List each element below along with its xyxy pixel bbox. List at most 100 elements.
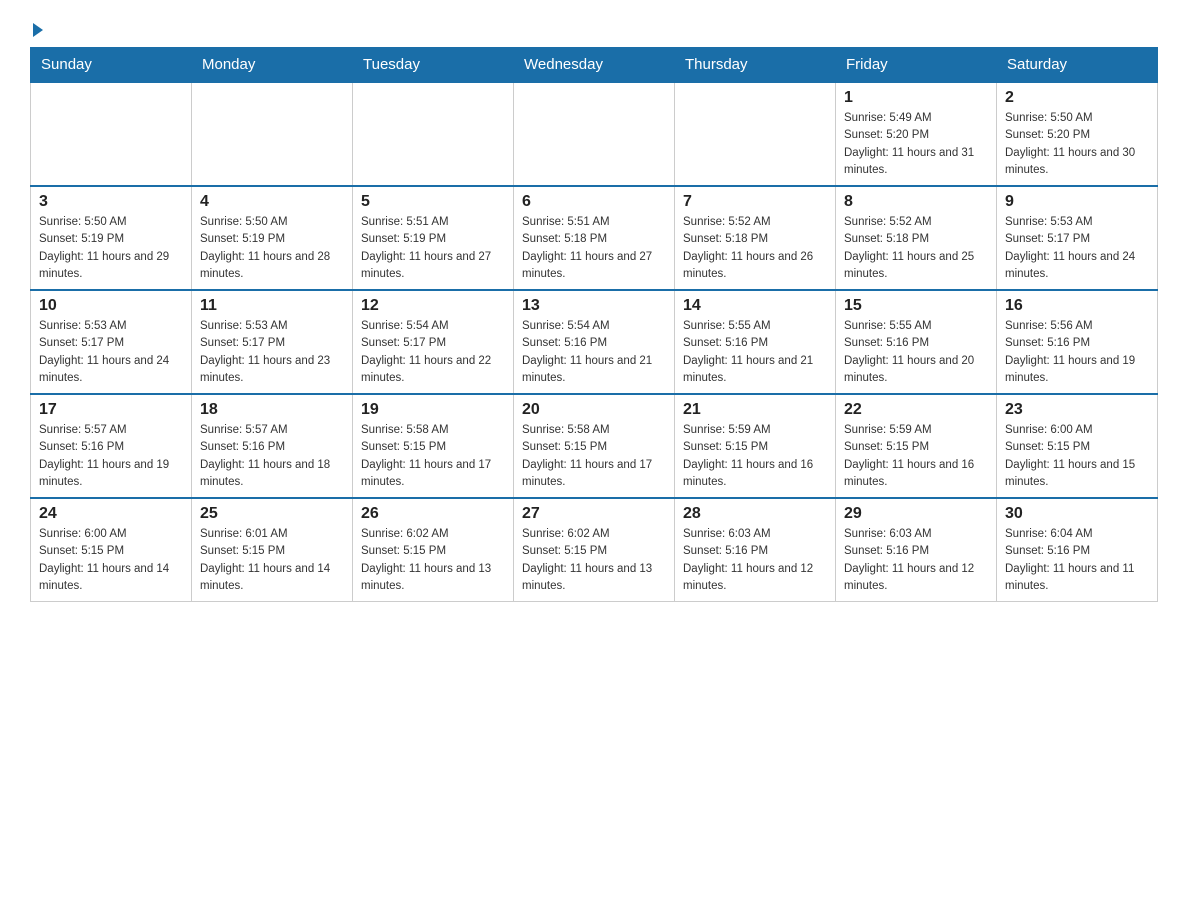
day-number: 3 xyxy=(39,193,183,211)
calendar-cell: 8Sunrise: 5:52 AMSunset: 5:18 PMDaylight… xyxy=(836,186,997,290)
day-number: 28 xyxy=(683,505,827,523)
weekday-header-sunday: Sunday xyxy=(31,48,192,83)
calendar-cell: 14 Sunrise: 5:55 AMSunset: 5:16 PMDayligh… xyxy=(675,290,836,394)
day-info: Sunrise: 5:53 AMSunset: 5:17 PMDaylight:… xyxy=(1005,214,1149,283)
day-number: 25 xyxy=(200,505,344,523)
calendar-cell xyxy=(675,82,836,186)
calendar-cell: 12 Sunrise: 5:54 AMSunset: 5:17 PMDayligh… xyxy=(353,290,514,394)
day-info: Sunrise: 5:53 AMSunset: 5:17 PMDaylight:… xyxy=(200,318,344,387)
day-number: 22 xyxy=(844,401,988,419)
calendar-cell: 1 Sunrise: 5:49 AMSunset: 5:20 PMDaylight… xyxy=(836,82,997,186)
day-number: 9 xyxy=(1005,193,1149,211)
page-header xyxy=(30,20,1158,37)
day-info: Sunrise: 5:59 AMSunset: 5:15 PMDaylight:… xyxy=(844,422,988,491)
day-info: Sunrise: 5:51 AMSunset: 5:18 PMDaylight:… xyxy=(522,214,666,283)
day-number: 1 xyxy=(844,89,988,107)
day-info: Sunrise: 5:54 AMSunset: 5:17 PMDaylight:… xyxy=(361,318,505,387)
logo-blue-text xyxy=(30,25,43,37)
day-info: Sunrise: 5:54 AMSunset: 5:16 PMDaylight:… xyxy=(522,318,666,387)
calendar-cell xyxy=(192,82,353,186)
day-info: Sunrise: 6:00 AMSunset: 5:15 PMDaylight:… xyxy=(1005,422,1149,491)
calendar-cell: 18 Sunrise: 5:57 AMSunset: 5:16 PMDayligh… xyxy=(192,394,353,498)
day-number: 18 xyxy=(200,401,344,419)
calendar-cell: 9 Sunrise: 5:53 AMSunset: 5:17 PMDaylight… xyxy=(997,186,1158,290)
day-number: 10 xyxy=(39,297,183,315)
calendar-cell: 16 Sunrise: 5:56 AMSunset: 5:16 PMDayligh… xyxy=(997,290,1158,394)
day-info: Sunrise: 6:03 AMSunset: 5:16 PMDaylight:… xyxy=(844,526,988,595)
calendar-cell: 29 Sunrise: 6:03 AMSunset: 5:16 PMDayligh… xyxy=(836,498,997,602)
calendar-cell: 7 Sunrise: 5:52 AMSunset: 5:18 PMDaylight… xyxy=(675,186,836,290)
weekday-header-friday: Friday xyxy=(836,48,997,83)
calendar-cell: 11 Sunrise: 5:53 AMSunset: 5:17 PMDayligh… xyxy=(192,290,353,394)
week-row-1: 3 Sunrise: 5:50 AMSunset: 5:19 PMDaylight… xyxy=(31,186,1158,290)
day-number: 5 xyxy=(361,193,505,211)
weekday-header-row: SundayMondayTuesdayWednesdayThursdayFrid… xyxy=(31,48,1158,83)
day-info: Sunrise: 5:50 AMSunset: 5:19 PMDaylight:… xyxy=(200,214,344,283)
day-number: 23 xyxy=(1005,401,1149,419)
day-info: Sunrise: 6:02 AMSunset: 5:15 PMDaylight:… xyxy=(522,526,666,595)
day-number: 7 xyxy=(683,193,827,211)
day-info: Sunrise: 5:57 AMSunset: 5:16 PMDaylight:… xyxy=(39,422,183,491)
day-info: Sunrise: 5:57 AMSunset: 5:16 PMDaylight:… xyxy=(200,422,344,491)
day-info: Sunrise: 5:58 AMSunset: 5:15 PMDaylight:… xyxy=(522,422,666,491)
calendar-cell: 17Sunrise: 5:57 AMSunset: 5:16 PMDayligh… xyxy=(31,394,192,498)
day-number: 20 xyxy=(522,401,666,419)
day-info: Sunrise: 6:01 AMSunset: 5:15 PMDaylight:… xyxy=(200,526,344,595)
day-info: Sunrise: 5:52 AMSunset: 5:18 PMDaylight:… xyxy=(683,214,827,283)
day-number: 29 xyxy=(844,505,988,523)
day-number: 26 xyxy=(361,505,505,523)
week-row-4: 24Sunrise: 6:00 AMSunset: 5:15 PMDayligh… xyxy=(31,498,1158,602)
calendar-cell: 13 Sunrise: 5:54 AMSunset: 5:16 PMDayligh… xyxy=(514,290,675,394)
day-info: Sunrise: 6:04 AMSunset: 5:16 PMDaylight:… xyxy=(1005,526,1149,595)
day-number: 27 xyxy=(522,505,666,523)
day-number: 15 xyxy=(844,297,988,315)
weekday-header-tuesday: Tuesday xyxy=(353,48,514,83)
calendar-cell: 27 Sunrise: 6:02 AMSunset: 5:15 PMDayligh… xyxy=(514,498,675,602)
day-number: 14 xyxy=(683,297,827,315)
calendar-cell: 23 Sunrise: 6:00 AMSunset: 5:15 PMDayligh… xyxy=(997,394,1158,498)
calendar-cell: 19Sunrise: 5:58 AMSunset: 5:15 PMDayligh… xyxy=(353,394,514,498)
day-info: Sunrise: 5:55 AMSunset: 5:16 PMDaylight:… xyxy=(683,318,827,387)
day-info: Sunrise: 5:51 AMSunset: 5:19 PMDaylight:… xyxy=(361,214,505,283)
day-number: 2 xyxy=(1005,89,1149,107)
day-info: Sunrise: 6:03 AMSunset: 5:16 PMDaylight:… xyxy=(683,526,827,595)
calendar-cell: 15 Sunrise: 5:55 AMSunset: 5:16 PMDayligh… xyxy=(836,290,997,394)
week-row-2: 10 Sunrise: 5:53 AMSunset: 5:17 PMDayligh… xyxy=(31,290,1158,394)
weekday-header-saturday: Saturday xyxy=(997,48,1158,83)
day-number: 21 xyxy=(683,401,827,419)
day-number: 4 xyxy=(200,193,344,211)
calendar-cell: 25 Sunrise: 6:01 AMSunset: 5:15 PMDayligh… xyxy=(192,498,353,602)
calendar-cell xyxy=(31,82,192,186)
day-number: 24 xyxy=(39,505,183,523)
weekday-header-monday: Monday xyxy=(192,48,353,83)
day-info: Sunrise: 5:59 AMSunset: 5:15 PMDaylight:… xyxy=(683,422,827,491)
calendar-table: SundayMondayTuesdayWednesdayThursdayFrid… xyxy=(30,47,1158,602)
calendar-cell xyxy=(514,82,675,186)
calendar-cell: 6Sunrise: 5:51 AMSunset: 5:18 PMDaylight… xyxy=(514,186,675,290)
week-row-3: 17Sunrise: 5:57 AMSunset: 5:16 PMDayligh… xyxy=(31,394,1158,498)
day-number: 16 xyxy=(1005,297,1149,315)
day-info: Sunrise: 5:55 AMSunset: 5:16 PMDaylight:… xyxy=(844,318,988,387)
week-row-0: 1 Sunrise: 5:49 AMSunset: 5:20 PMDaylight… xyxy=(31,82,1158,186)
calendar-cell: 21 Sunrise: 5:59 AMSunset: 5:15 PMDayligh… xyxy=(675,394,836,498)
calendar-cell: 28 Sunrise: 6:03 AMSunset: 5:16 PMDayligh… xyxy=(675,498,836,602)
day-number: 12 xyxy=(361,297,505,315)
day-number: 30 xyxy=(1005,505,1149,523)
calendar-cell: 22 Sunrise: 5:59 AMSunset: 5:15 PMDayligh… xyxy=(836,394,997,498)
day-number: 13 xyxy=(522,297,666,315)
day-info: Sunrise: 5:56 AMSunset: 5:16 PMDaylight:… xyxy=(1005,318,1149,387)
calendar-cell: 24Sunrise: 6:00 AMSunset: 5:15 PMDayligh… xyxy=(31,498,192,602)
calendar-cell xyxy=(353,82,514,186)
day-info: Sunrise: 5:49 AMSunset: 5:20 PMDaylight:… xyxy=(844,110,988,179)
calendar-cell: 20 Sunrise: 5:58 AMSunset: 5:15 PMDayligh… xyxy=(514,394,675,498)
calendar-cell: 5 Sunrise: 5:51 AMSunset: 5:19 PMDaylight… xyxy=(353,186,514,290)
day-info: Sunrise: 5:58 AMSunset: 5:15 PMDaylight:… xyxy=(361,422,505,491)
calendar-cell: 3 Sunrise: 5:50 AMSunset: 5:19 PMDaylight… xyxy=(31,186,192,290)
day-info: Sunrise: 5:50 AMSunset: 5:20 PMDaylight:… xyxy=(1005,110,1149,179)
calendar-cell: 2 Sunrise: 5:50 AMSunset: 5:20 PMDaylight… xyxy=(997,82,1158,186)
calendar-cell: 30 Sunrise: 6:04 AMSunset: 5:16 PMDayligh… xyxy=(997,498,1158,602)
calendar-cell: 26 Sunrise: 6:02 AMSunset: 5:15 PMDayligh… xyxy=(353,498,514,602)
day-info: Sunrise: 5:50 AMSunset: 5:19 PMDaylight:… xyxy=(39,214,183,283)
day-info: Sunrise: 6:02 AMSunset: 5:15 PMDaylight:… xyxy=(361,526,505,595)
day-number: 11 xyxy=(200,297,344,315)
